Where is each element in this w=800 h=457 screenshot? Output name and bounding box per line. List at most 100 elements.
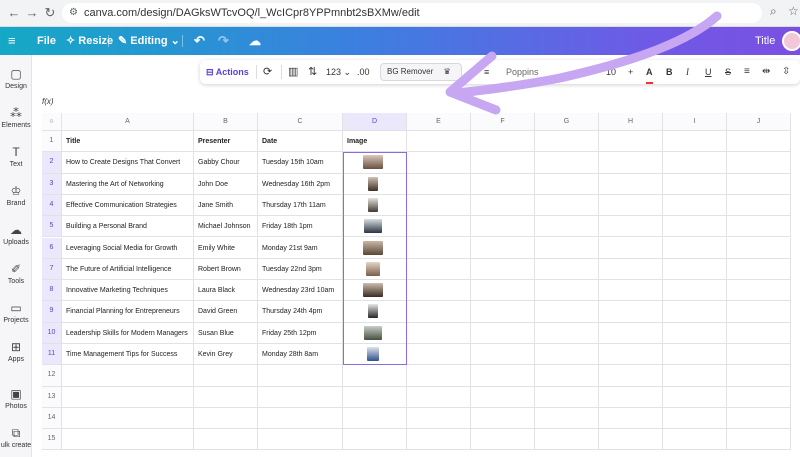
empty-cell[interactable] <box>663 131 727 153</box>
column-header-d[interactable]: D <box>343 113 407 131</box>
cell-date[interactable]: Thursday 17th 11am <box>258 194 343 217</box>
text-color-icon[interactable]: A <box>646 60 653 84</box>
empty-cell[interactable] <box>407 301 471 323</box>
presenter-photo-thumbnail[interactable] <box>368 176 378 191</box>
empty-cell[interactable] <box>471 258 535 281</box>
empty-cell[interactable] <box>535 216 599 238</box>
empty-cell[interactable] <box>471 237 535 259</box>
empty-cell[interactable] <box>535 407 599 430</box>
cell-date[interactable]: Wednesday 23rd 10am <box>258 280 343 302</box>
empty-cell[interactable] <box>599 237 663 259</box>
presenter-photo-thumbnail[interactable] <box>364 325 382 340</box>
empty-cell[interactable] <box>599 173 663 195</box>
row-height-icon[interactable]: ⇳ <box>782 60 790 84</box>
cell-title[interactable]: Innovative Marketing Techniques <box>62 280 194 302</box>
empty-cell[interactable] <box>663 344 727 366</box>
rail-item-photos[interactable]: ▣ Photos <box>0 387 32 410</box>
empty-cell[interactable] <box>663 280 727 302</box>
empty-cell[interactable] <box>471 407 535 430</box>
empty-cell[interactable] <box>258 429 343 451</box>
row-header[interactable]: 12 <box>42 365 62 387</box>
column-header-b[interactable]: B <box>194 113 258 131</box>
zoom-icon[interactable]: ⌕ <box>770 4 777 19</box>
cell-date[interactable]: Monday 28th 8am <box>258 344 343 366</box>
row-header[interactable]: 9 <box>42 301 62 323</box>
cell-image[interactable] <box>343 216 407 238</box>
empty-cell[interactable] <box>599 194 663 217</box>
cell-presenter[interactable]: Michael Johnson <box>194 216 258 238</box>
empty-cell[interactable] <box>535 322 599 344</box>
column-header-e[interactable]: E <box>407 113 471 131</box>
cell-presenter[interactable]: Susan Blue <box>194 322 258 344</box>
empty-cell[interactable] <box>663 301 727 323</box>
row-header[interactable]: 1 <box>42 131 62 153</box>
rail-item-brand[interactable]: ♔ Brand <box>0 184 32 207</box>
cell-date[interactable]: Friday 25th 12pm <box>258 322 343 344</box>
row-header[interactable]: 7 <box>42 258 62 281</box>
empty-cell[interactable] <box>407 407 471 430</box>
presenter-photo-thumbnail[interactable] <box>366 261 380 276</box>
empty-cell[interactable] <box>535 386 599 408</box>
empty-cell[interactable] <box>599 216 663 238</box>
address-bar[interactable]: ⚙ canva.com/design/DAGksWTcvOQ/l_WcICpr8… <box>62 3 762 23</box>
empty-cell[interactable] <box>471 280 535 302</box>
empty-cell[interactable] <box>727 216 791 238</box>
empty-cell[interactable] <box>727 407 791 430</box>
cell-date[interactable]: Friday 18th 1pm <box>258 216 343 238</box>
underline-button[interactable]: U <box>705 60 712 84</box>
row-header[interactable]: 5 <box>42 216 62 238</box>
empty-cell[interactable] <box>407 429 471 451</box>
row-header[interactable]: 14 <box>42 407 62 430</box>
empty-cell[interactable] <box>194 386 258 408</box>
actions-button[interactable]: ⊟ Actions <box>206 60 249 84</box>
font-size-increase-button[interactable]: + <box>628 60 633 84</box>
empty-cell[interactable] <box>663 216 727 238</box>
row-header[interactable]: 13 <box>42 386 62 408</box>
empty-cell[interactable] <box>727 386 791 408</box>
empty-cell[interactable] <box>663 407 727 430</box>
cell-image[interactable] <box>343 301 407 323</box>
bold-button[interactable]: B <box>666 60 673 84</box>
file-menu[interactable]: File <box>37 27 56 55</box>
empty-cell[interactable] <box>407 173 471 195</box>
empty-cell[interactable] <box>62 407 194 430</box>
empty-cell[interactable] <box>599 131 663 153</box>
empty-cell[interactable] <box>471 322 535 344</box>
column-header-h[interactable]: H <box>599 113 663 131</box>
empty-cell[interactable] <box>727 322 791 344</box>
cell-image[interactable] <box>343 194 407 217</box>
sort-icon[interactable]: ⇅ <box>308 60 317 84</box>
font-family-dropdown[interactable]: Poppins <box>506 60 539 84</box>
row-header[interactable]: 8 <box>42 280 62 302</box>
empty-cell[interactable] <box>407 131 471 153</box>
empty-cell[interactable] <box>471 152 535 174</box>
empty-cell[interactable] <box>258 365 343 387</box>
empty-cell[interactable] <box>663 386 727 408</box>
empty-cell[interactable] <box>535 258 599 281</box>
empty-cell[interactable] <box>663 237 727 259</box>
row-header[interactable]: 2 <box>42 152 62 174</box>
empty-cell[interactable] <box>663 365 727 387</box>
cell-date[interactable]: Tuesday 22nd 3pm <box>258 258 343 281</box>
empty-cell[interactable] <box>663 322 727 344</box>
empty-cell[interactable] <box>535 152 599 174</box>
empty-cell[interactable] <box>407 280 471 302</box>
empty-cell[interactable] <box>471 301 535 323</box>
empty-cell[interactable] <box>663 173 727 195</box>
cell-presenter[interactable]: David Green <box>194 301 258 323</box>
bg-remover-button[interactable]: BG Remover ♛ <box>380 63 462 81</box>
empty-cell[interactable] <box>407 152 471 174</box>
rail-item-bulk-create[interactable]: ⧉ ulk create <box>0 426 32 449</box>
avatar[interactable] <box>782 31 800 51</box>
row-header[interactable]: 6 <box>42 237 62 259</box>
cell-presenter[interactable]: Robert Brown <box>194 258 258 281</box>
column-header-c[interactable]: C <box>258 113 343 131</box>
editing-dropdown[interactable]: ✎ Editing ⌄ <box>118 27 180 55</box>
presenter-photo-thumbnail[interactable] <box>367 347 379 361</box>
rail-item-projects[interactable]: ▭ Projects <box>0 301 32 324</box>
cell-title[interactable]: How to Create Designs That Convert <box>62 152 194 174</box>
empty-cell[interactable] <box>535 301 599 323</box>
empty-cell[interactable] <box>599 365 663 387</box>
empty-cell[interactable] <box>407 258 471 281</box>
empty-cell[interactable] <box>62 429 194 451</box>
